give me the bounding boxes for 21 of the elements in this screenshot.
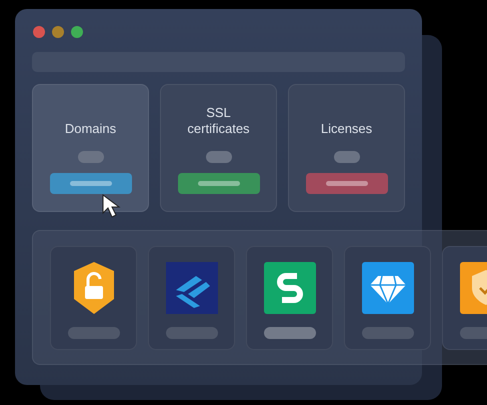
card-title: Domains xyxy=(64,121,116,137)
service-card[interactable]: Licenses xyxy=(288,84,405,212)
app-tile[interactable] xyxy=(50,246,137,350)
service-card[interactable]: Domains xyxy=(32,84,149,212)
minimize-button[interactable] xyxy=(52,26,64,38)
service-card[interactable]: SSL certificates xyxy=(160,84,277,212)
toggle-placeholder xyxy=(78,151,104,163)
app-tile[interactable] xyxy=(246,246,333,350)
toggle-placeholder xyxy=(334,151,360,163)
lock-shield-icon xyxy=(72,261,116,315)
card-title: SSL certificates xyxy=(186,105,251,137)
card-button[interactable] xyxy=(306,173,388,194)
toggle-placeholder xyxy=(206,151,232,163)
cursor-icon xyxy=(101,193,123,219)
card-title: Licenses xyxy=(320,121,372,137)
s-logo-icon xyxy=(264,262,316,314)
layers-logo-icon xyxy=(166,262,218,314)
maximize-button[interactable] xyxy=(71,26,83,38)
app-tile[interactable] xyxy=(148,246,235,350)
close-button[interactable] xyxy=(33,26,45,38)
app-tile[interactable] xyxy=(344,246,431,350)
